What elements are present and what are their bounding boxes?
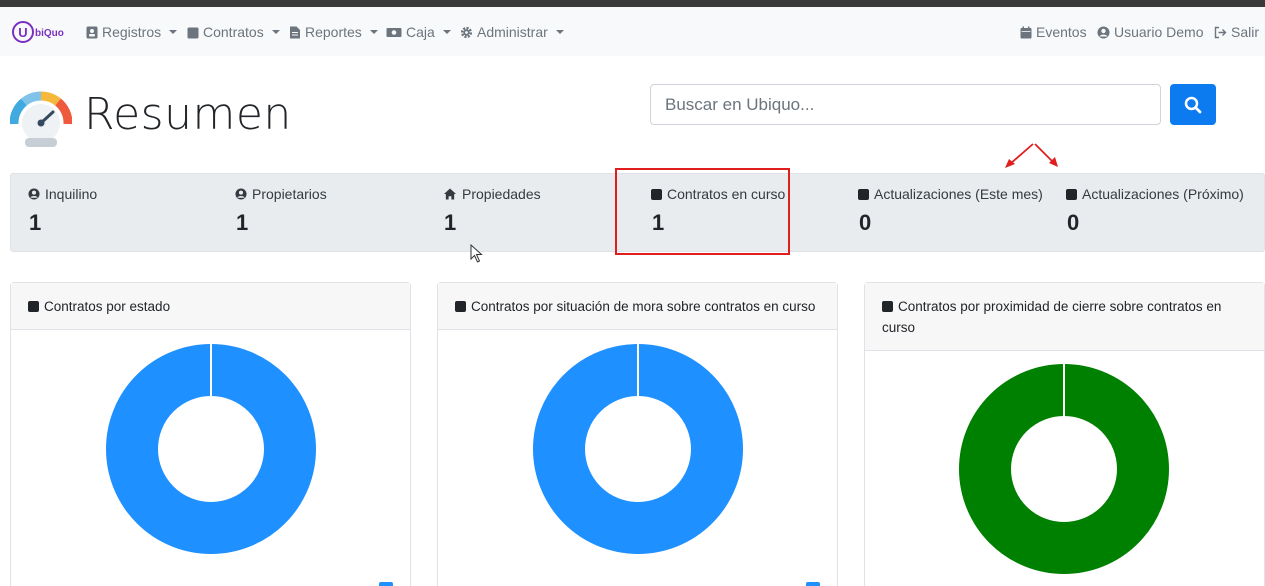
stat-value: 1 <box>29 210 42 235</box>
nav-caja-label: Caja <box>406 24 435 40</box>
mouse-cursor-icon <box>470 244 483 263</box>
square-icon <box>28 301 39 312</box>
stat-value: 1 <box>236 210 249 235</box>
card-header: Contratos por situación de mora sobre co… <box>438 283 837 330</box>
logo-text: biQuo <box>35 28 64 39</box>
nav-eventos[interactable]: Eventos <box>1020 24 1087 40</box>
calendar-icon <box>1020 26 1032 38</box>
home-icon <box>444 188 456 200</box>
navbar: U biQuo Registros Contratos Reportes Caj… <box>0 7 1265 56</box>
legend-swatch[interactable] <box>379 582 393 586</box>
user-circle-icon <box>28 188 40 200</box>
sign-out-icon <box>1214 26 1227 38</box>
nav-registros-label: Registros <box>102 24 162 40</box>
chevron-down-icon <box>169 30 178 34</box>
annotation-highlight-box <box>615 168 790 255</box>
stat-actualizaciones-este-mes[interactable]: Actualizaciones (Este mes) 0 <box>858 186 1043 236</box>
donut-chart-estado <box>106 344 316 554</box>
money-bill-icon <box>386 27 402 37</box>
stat-label: Propietarios <box>252 186 327 202</box>
donut-chart-proximidad <box>959 364 1169 574</box>
stat-propietarios[interactable]: Propietarios 1 <box>235 186 327 236</box>
user-circle-icon <box>1097 26 1110 38</box>
nav-contratos[interactable]: Contratos <box>187 24 280 40</box>
speedometer-icon <box>10 91 72 147</box>
search-input[interactable] <box>650 84 1161 125</box>
nav-eventos-label: Eventos <box>1036 24 1087 40</box>
window-top-border <box>0 0 1265 7</box>
page-title: Resumen <box>84 89 292 140</box>
chevron-down-icon <box>555 30 564 34</box>
nav-caja[interactable]: Caja <box>386 24 451 40</box>
nav-usuario-label: Usuario Demo <box>1114 24 1204 40</box>
address-card-icon <box>86 26 98 38</box>
annotation-arrows <box>1005 143 1058 168</box>
nav-reportes-label: Reportes <box>305 24 362 40</box>
user-circle-icon <box>235 188 247 200</box>
nav-reportes[interactable]: Reportes <box>289 24 378 40</box>
search-button[interactable] <box>1170 84 1216 125</box>
logo-mark: U <box>12 21 34 43</box>
nav-administrar[interactable]: Administrar <box>460 24 564 40</box>
stat-label: Actualizaciones (Próximo) <box>1082 186 1244 202</box>
donut-chart-mora <box>533 344 743 554</box>
stat-label: Actualizaciones (Este mes) <box>874 186 1043 202</box>
nav-salir[interactable]: Salir <box>1214 24 1259 40</box>
card-title: Contratos por estado <box>44 299 171 314</box>
legend-swatch[interactable] <box>806 582 820 586</box>
chevron-down-icon <box>442 30 451 34</box>
chevron-down-icon <box>271 30 280 34</box>
nav-salir-label: Salir <box>1231 24 1260 40</box>
card-title: Contratos por situación de mora sobre co… <box>471 299 816 314</box>
brand-logo[interactable]: U biQuo <box>12 21 64 43</box>
nav-administrar-label: Administrar <box>477 24 548 40</box>
stat-value: 1 <box>444 210 457 235</box>
stat-value: 0 <box>859 210 872 235</box>
stat-value: 0 <box>1067 210 1080 235</box>
square-icon <box>858 188 869 200</box>
card-header: Contratos por estado <box>11 283 410 330</box>
stat-label: Inquilino <box>45 186 98 202</box>
stat-propiedades[interactable]: Propiedades 1 <box>443 186 541 236</box>
nav-usuario[interactable]: Usuario Demo <box>1097 24 1203 40</box>
square-icon <box>455 301 466 312</box>
card-title: Contratos por proximidad de cierre sobre… <box>882 299 1222 335</box>
stat-label: Propiedades <box>462 186 541 202</box>
nav-registros[interactable]: Registros <box>86 24 178 40</box>
chevron-down-icon <box>369 30 378 34</box>
search-icon <box>1184 96 1202 113</box>
nav-contratos-label: Contratos <box>203 24 264 40</box>
square-icon <box>1066 188 1077 200</box>
square-icon <box>187 27 199 38</box>
square-icon <box>882 301 893 312</box>
gear-icon <box>460 26 473 38</box>
card-header: Contratos por proximidad de cierre sobre… <box>865 283 1264 351</box>
stat-inquilino[interactable]: Inquilino 1 <box>28 186 97 236</box>
file-icon <box>290 26 300 38</box>
stat-actualizaciones-proximo[interactable]: Actualizaciones (Próximo) 0 <box>1066 186 1244 236</box>
